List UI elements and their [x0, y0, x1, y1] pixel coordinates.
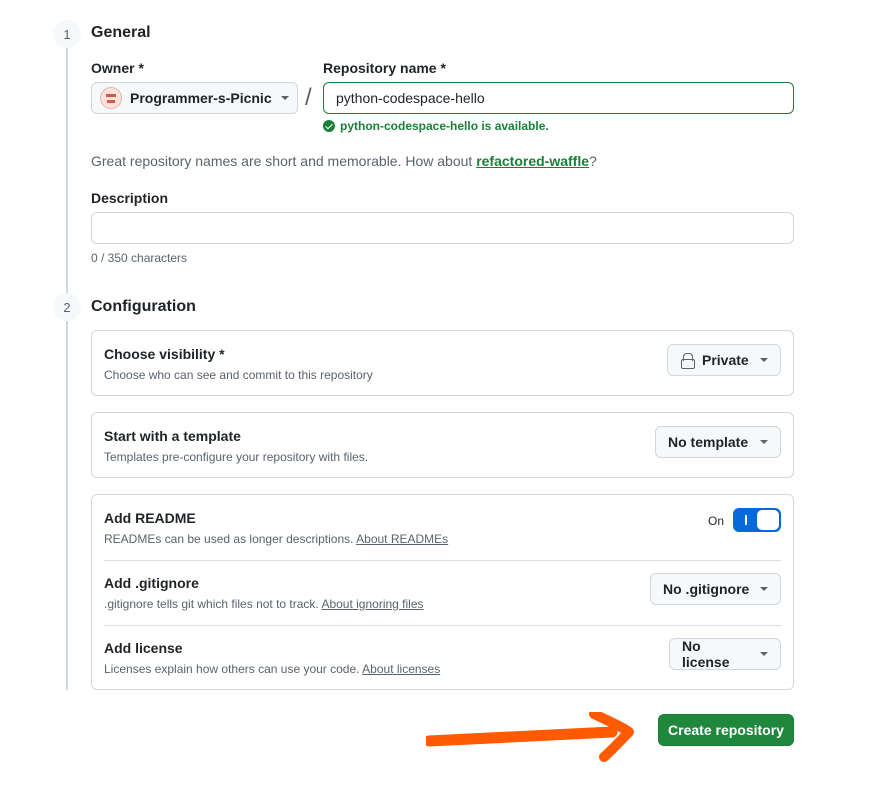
chevron-down-icon: [760, 358, 768, 362]
template-subtitle: Templates pre-configure your repository …: [104, 450, 369, 464]
about-readmes-link[interactable]: About READMEs: [356, 532, 448, 546]
configuration-section-title: Configuration: [91, 298, 196, 315]
annotation-arrow-icon: [426, 712, 634, 762]
gitignore-subtitle-text: .gitignore tells git which files not to …: [104, 597, 322, 611]
toggle-on-indicator: [745, 515, 747, 525]
chevron-down-icon: [760, 587, 768, 591]
license-subtitle-text: Licenses explain how others can use your…: [104, 662, 363, 676]
readme-toggle[interactable]: [733, 508, 781, 532]
template-dropdown[interactable]: No template: [655, 426, 781, 458]
hint-suffix: ?: [589, 153, 597, 169]
suggested-name-link[interactable]: refactored-waffle: [476, 153, 589, 169]
license-title: Add license: [104, 640, 183, 656]
gitignore-value: No .gitignore: [663, 581, 750, 597]
visibility-value: Private: [702, 352, 749, 368]
initialize-options-panel: Add README READMEs can be used as longer…: [91, 494, 794, 690]
readme-subtitle-text: READMEs can be used as longer descriptio…: [104, 532, 357, 546]
repository-name-label: Repository name *: [323, 60, 446, 76]
toggle-knob: [757, 510, 779, 530]
step-1-badge: 1: [53, 20, 81, 48]
readme-toggle-label: On: [708, 514, 725, 528]
name-suggestion-hint: Great repository names are short and mem…: [91, 153, 597, 169]
visibility-dropdown[interactable]: Private: [667, 344, 781, 376]
template-panel: Start with a template Templates pre-conf…: [91, 412, 794, 478]
chevron-down-icon: [281, 96, 289, 100]
description-label: Description: [91, 190, 169, 206]
check-circle-icon: [323, 120, 335, 132]
license-value: No license: [682, 638, 730, 670]
readme-subtitle: READMEs can be used as longer descriptio…: [104, 532, 448, 546]
availability-message: python-codespace-hello is available.: [323, 119, 549, 133]
step-2-badge: 2: [53, 293, 81, 321]
license-dropdown[interactable]: No license: [669, 638, 781, 670]
row-divider: [104, 625, 781, 626]
create-repository-button[interactable]: Create repository: [658, 714, 794, 746]
about-licenses-link[interactable]: About licenses: [362, 662, 440, 676]
owner-select[interactable]: Programmer-s-Picnic: [91, 82, 298, 114]
general-section-title: General: [91, 24, 151, 41]
availability-text: python-codespace-hello is available.: [340, 119, 549, 133]
step-connector-line: [66, 44, 68, 690]
about-ignoring-files-link[interactable]: About ignoring files: [321, 597, 423, 611]
hint-text: Great repository names are short and mem…: [91, 153, 477, 169]
gitignore-subtitle: .gitignore tells git which files not to …: [104, 597, 424, 611]
owner-label: Owner *: [91, 60, 144, 76]
visibility-title: Choose visibility *: [104, 346, 225, 362]
description-input[interactable]: [91, 212, 794, 244]
template-title: Start with a template: [104, 428, 241, 444]
owner-repo-separator: /: [305, 84, 312, 111]
chevron-down-icon: [760, 652, 768, 656]
visibility-subtitle: Choose who can see and commit to this re…: [104, 368, 373, 382]
chevron-down-icon: [760, 440, 768, 444]
repository-name-input[interactable]: python-codespace-hello: [323, 82, 794, 114]
lock-icon: [680, 353, 695, 369]
gitignore-title: Add .gitignore: [104, 575, 199, 591]
owner-value: Programmer-s-Picnic: [130, 90, 272, 106]
repository-name-value: python-codespace-hello: [336, 90, 485, 106]
readme-title: Add README: [104, 510, 196, 526]
row-divider: [104, 560, 781, 561]
visibility-panel: Choose visibility * Choose who can see a…: [91, 330, 794, 396]
gitignore-dropdown[interactable]: No .gitignore: [650, 573, 781, 605]
template-value: No template: [668, 434, 749, 450]
description-char-count: 0 / 350 characters: [91, 251, 188, 265]
owner-avatar: [100, 87, 122, 109]
license-subtitle: Licenses explain how others can use your…: [104, 662, 440, 676]
